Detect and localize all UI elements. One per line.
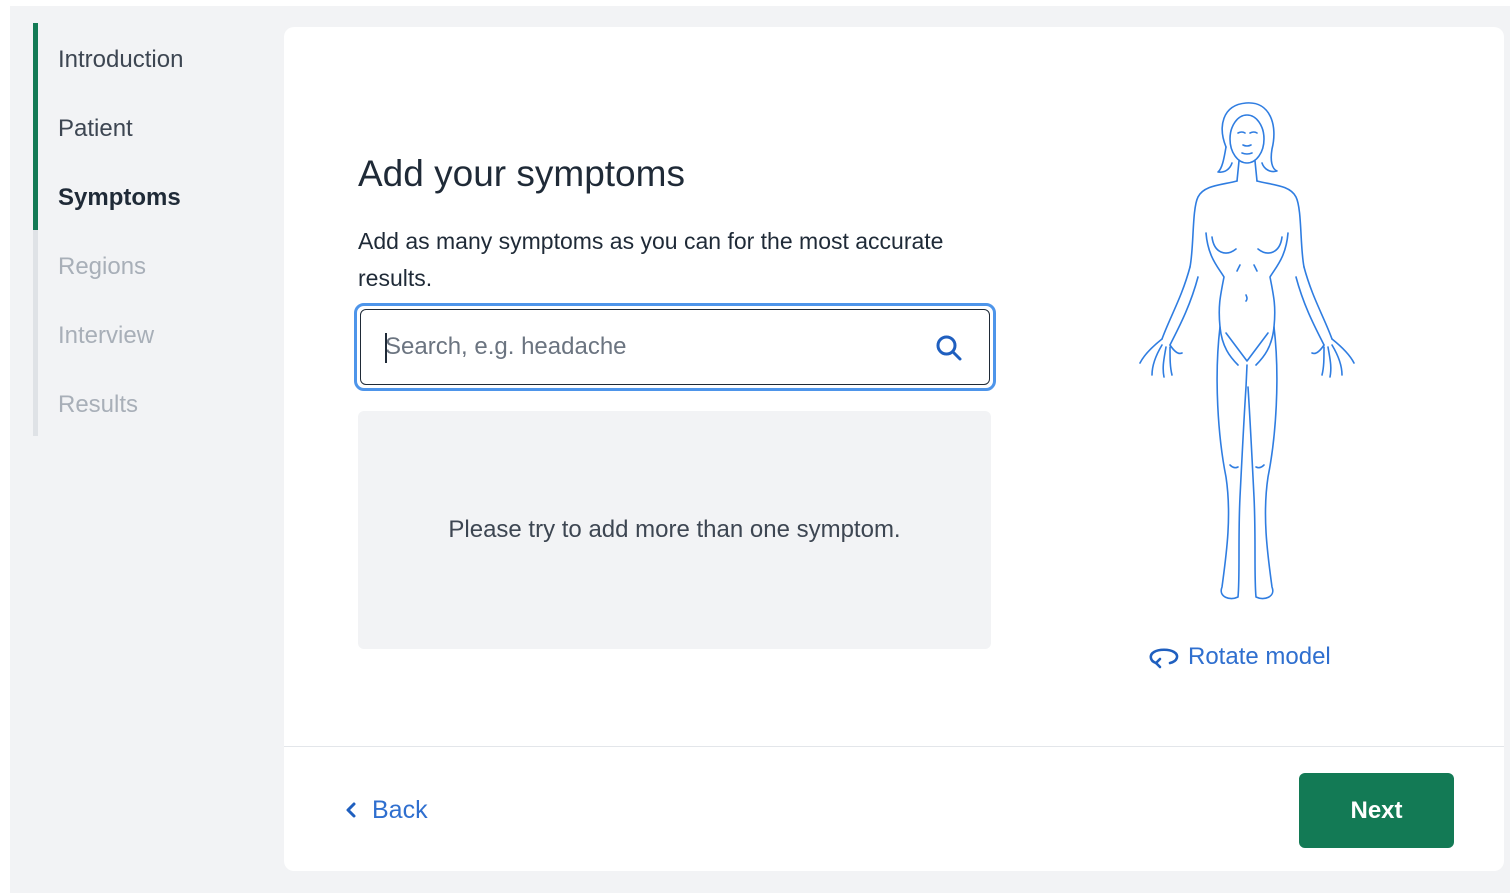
symptoms-card: Add your symptoms Add as many symptoms a… [284,27,1504,871]
chevron-left-icon [346,802,356,818]
step-regions: Regions [58,253,147,280]
rotate-model-label: Rotate model [1188,643,1331,670]
symptom-search-input[interactable] [361,310,989,384]
search-box [360,309,990,385]
step-results: Results [58,391,139,418]
search-icon[interactable] [933,332,965,364]
footer-divider [284,746,1504,747]
rotate-model-button[interactable]: Rotate model [1148,639,1331,675]
step-symptoms: Symptoms [58,184,181,211]
stepper-progress-bar [33,23,38,230]
next-button[interactable]: Next [1299,773,1454,848]
step-patient[interactable]: Patient [58,109,133,149]
search-focus-ring [354,303,996,391]
empty-state-message: Please try to add more than one symptom. [448,516,901,543]
back-button[interactable]: Back [344,790,428,830]
rotate-icon [1149,648,1179,669]
app-background: Introduction Patient Symptoms Regions In… [10,6,1510,893]
step-introduction[interactable]: Introduction [58,40,183,80]
symptom-list-empty-state: Please try to add more than one symptom. [358,411,991,649]
body-model-icon[interactable] [1122,97,1372,607]
back-label: Back [372,795,428,824]
text-caret [385,333,387,363]
page-title: Add your symptoms [358,153,685,194]
page-subtitle: Add as many symptoms as you can for the … [358,228,944,291]
step-interview: Interview [58,322,155,349]
